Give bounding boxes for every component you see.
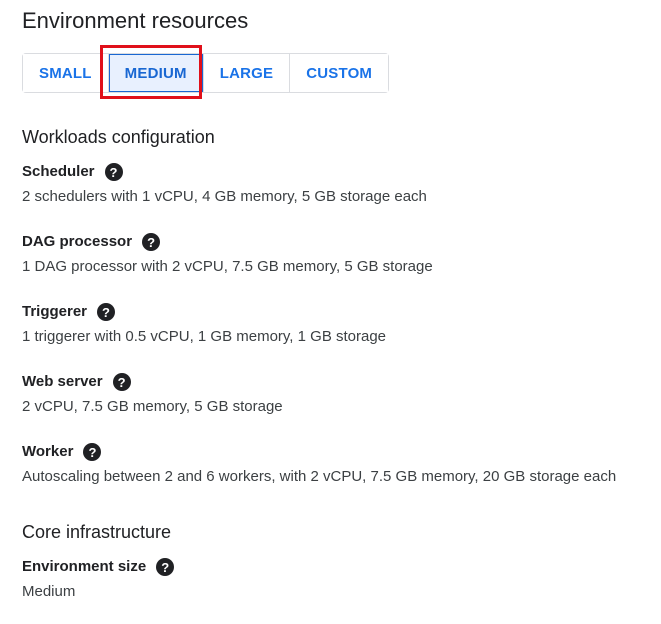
size-small-button[interactable]: SMALL <box>23 54 109 92</box>
scheduler-label: Scheduler <box>22 163 95 180</box>
triggerer-item: Triggerer ? 1 triggerer with 0.5 vCPU, 1… <box>22 302 386 347</box>
worker-item: Worker ? Autoscaling between 2 and 6 wor… <box>22 442 616 487</box>
scheduler-item: Scheduler ? 2 schedulers with 1 vCPU, 4 … <box>22 162 427 207</box>
web-server-label: Web server <box>22 373 103 390</box>
page-title: Environment resources <box>22 8 249 33</box>
help-icon[interactable]: ? <box>142 233 161 251</box>
scheduler-value: 2 schedulers with 1 vCPU, 4 GB memory, 5… <box>22 188 427 205</box>
help-icon[interactable]: ? <box>156 558 175 576</box>
size-custom-button[interactable]: CUSTOM <box>290 54 389 92</box>
help-icon[interactable]: ? <box>104 163 123 181</box>
help-icon[interactable]: ? <box>83 443 102 461</box>
core-infrastructure-heading: Core infrastructure <box>22 522 172 542</box>
size-large-button[interactable]: LARGE <box>203 54 291 92</box>
help-icon[interactable]: ? <box>97 303 116 321</box>
triggerer-value: 1 triggerer with 0.5 vCPU, 1 GB memory, … <box>22 328 387 345</box>
dag-processor-item: DAG processor ? 1 DAG processor with 2 v… <box>22 232 433 277</box>
help-icon[interactable]: ? <box>112 373 131 391</box>
dag-processor-value: 1 DAG processor with 2 vCPU, 7.5 GB memo… <box>22 258 433 275</box>
web-server-item: Web server ? 2 vCPU, 7.5 GB memory, 5 GB… <box>22 372 283 417</box>
dag-processor-label: DAG processor <box>22 233 133 250</box>
size-medium-button[interactable]: MEDIUM <box>108 54 204 92</box>
environment-size-label: Environment size <box>22 558 147 575</box>
worker-value: Autoscaling between 2 and 6 workers, wit… <box>22 468 617 485</box>
environment-size-selector: SMALL MEDIUM LARGE CUSTOM <box>22 53 390 93</box>
environment-size-item: Environment size ? Medium <box>22 557 175 602</box>
triggerer-label: Triggerer <box>22 303 88 320</box>
environment-size-value: Medium <box>22 583 76 600</box>
web-server-value: 2 vCPU, 7.5 GB memory, 5 GB storage <box>22 398 283 415</box>
worker-label: Worker <box>22 443 74 460</box>
workloads-heading: Workloads configuration <box>22 127 215 147</box>
